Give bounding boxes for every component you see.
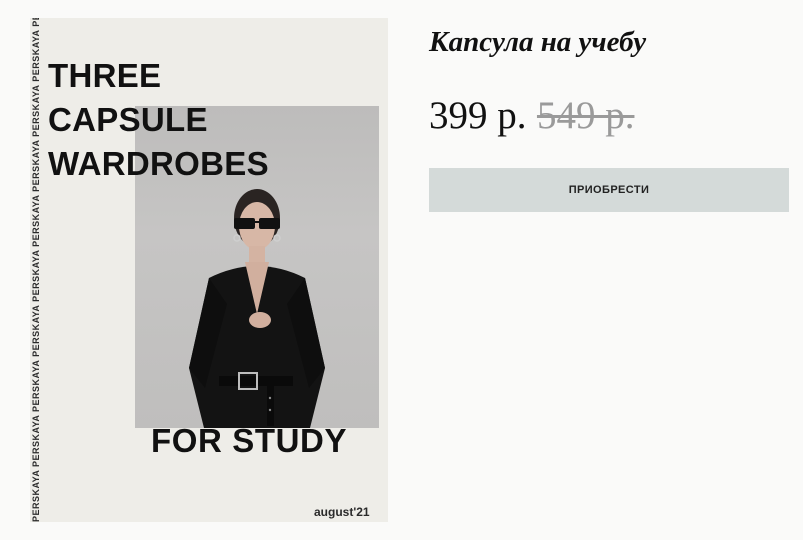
price-current: 399 р. xyxy=(429,94,527,137)
buy-button[interactable]: ПРИОБРЕСТИ xyxy=(429,168,789,212)
product-image[interactable]: PERSKAYA PERSKAYA PERSKAYA PERSKAYA PERS… xyxy=(30,18,388,522)
price-old: 549 р. xyxy=(536,94,635,137)
product-title: Капсула на учебу xyxy=(429,26,647,58)
cover-side-strip: PERSKAYA PERSKAYA PERSKAYA PERSKAYA PERS… xyxy=(30,18,42,522)
cover-subtitle: FOR STUDY xyxy=(151,422,348,459)
cover-date: august'21 xyxy=(314,505,370,519)
cover-title: THREE CAPSULE WARDROBES xyxy=(48,57,269,182)
cover-side-text: PERSKAYA PERSKAYA PERSKAYA PERSKAYA PERS… xyxy=(31,18,41,522)
price-row: 399 р. 549 р. xyxy=(429,93,634,138)
